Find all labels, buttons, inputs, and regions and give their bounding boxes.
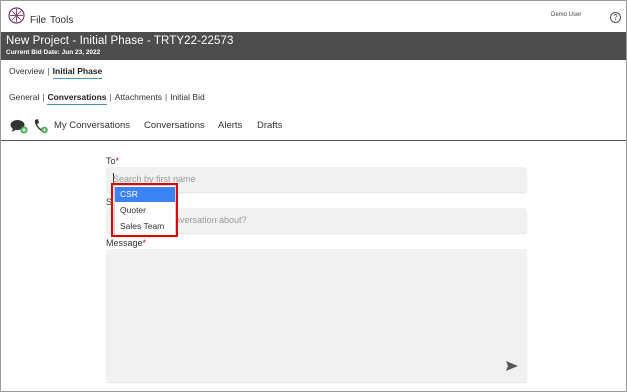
subject-placeholder: nversation about? <box>175 215 247 225</box>
nav-drafts[interactable]: Drafts <box>257 120 282 131</box>
menu-file[interactable]: File <box>30 15 46 26</box>
chat-add-icon[interactable] <box>10 119 28 134</box>
tab-overview[interactable]: Overview <box>9 66 44 76</box>
to-label: To* <box>106 156 120 166</box>
project-title: New Project - Initial Phase - TRTY22-225… <box>6 35 234 47</box>
compass-logo-icon[interactable] <box>8 7 25 24</box>
tab-general[interactable]: General <box>9 92 39 102</box>
required-mark: * <box>142 238 147 248</box>
menu-tools[interactable]: Tools <box>50 15 73 26</box>
top-menu-bar: File Tools Demo User ? <box>1 1 626 32</box>
nav-conversations[interactable]: Conversations <box>144 120 205 131</box>
nav-my-conversations[interactable]: My Conversations <box>54 120 130 131</box>
message-textarea[interactable] <box>106 249 527 382</box>
tab-separator: | <box>109 92 112 102</box>
toolbar-divider <box>1 140 626 141</box>
nav-alerts[interactable]: Alerts <box>218 120 242 131</box>
bid-date: Current Bid Date: Jun 23, 2022 <box>6 49 101 56</box>
send-icon[interactable] <box>506 361 518 371</box>
user-name[interactable]: Demo User <box>551 12 581 18</box>
required-mark: * <box>115 156 120 166</box>
tab-separator: | <box>47 66 50 76</box>
section-tabs: General | Conversations | Attachments | Initia… <box>9 92 205 105</box>
tab-conversations[interactable]: Conversations <box>47 92 107 105</box>
message-label: Message* <box>106 238 147 248</box>
phase-tabs: Overview | Initial Phase <box>9 66 103 79</box>
tab-initial-phase[interactable]: Initial Phase <box>52 66 103 79</box>
phone-add-icon[interactable] <box>33 118 48 134</box>
tab-initial-bid[interactable]: Initial Bid <box>170 92 205 102</box>
annotation-highlight-box <box>111 183 178 237</box>
app-window: File Tools Demo User ? New Project - Ini… <box>0 0 627 392</box>
tab-attachments[interactable]: Attachments <box>115 92 162 102</box>
project-header: New Project - Initial Phase - TRTY22-225… <box>1 32 626 60</box>
tab-separator: | <box>164 92 168 102</box>
help-icon[interactable]: ? <box>610 12 621 23</box>
